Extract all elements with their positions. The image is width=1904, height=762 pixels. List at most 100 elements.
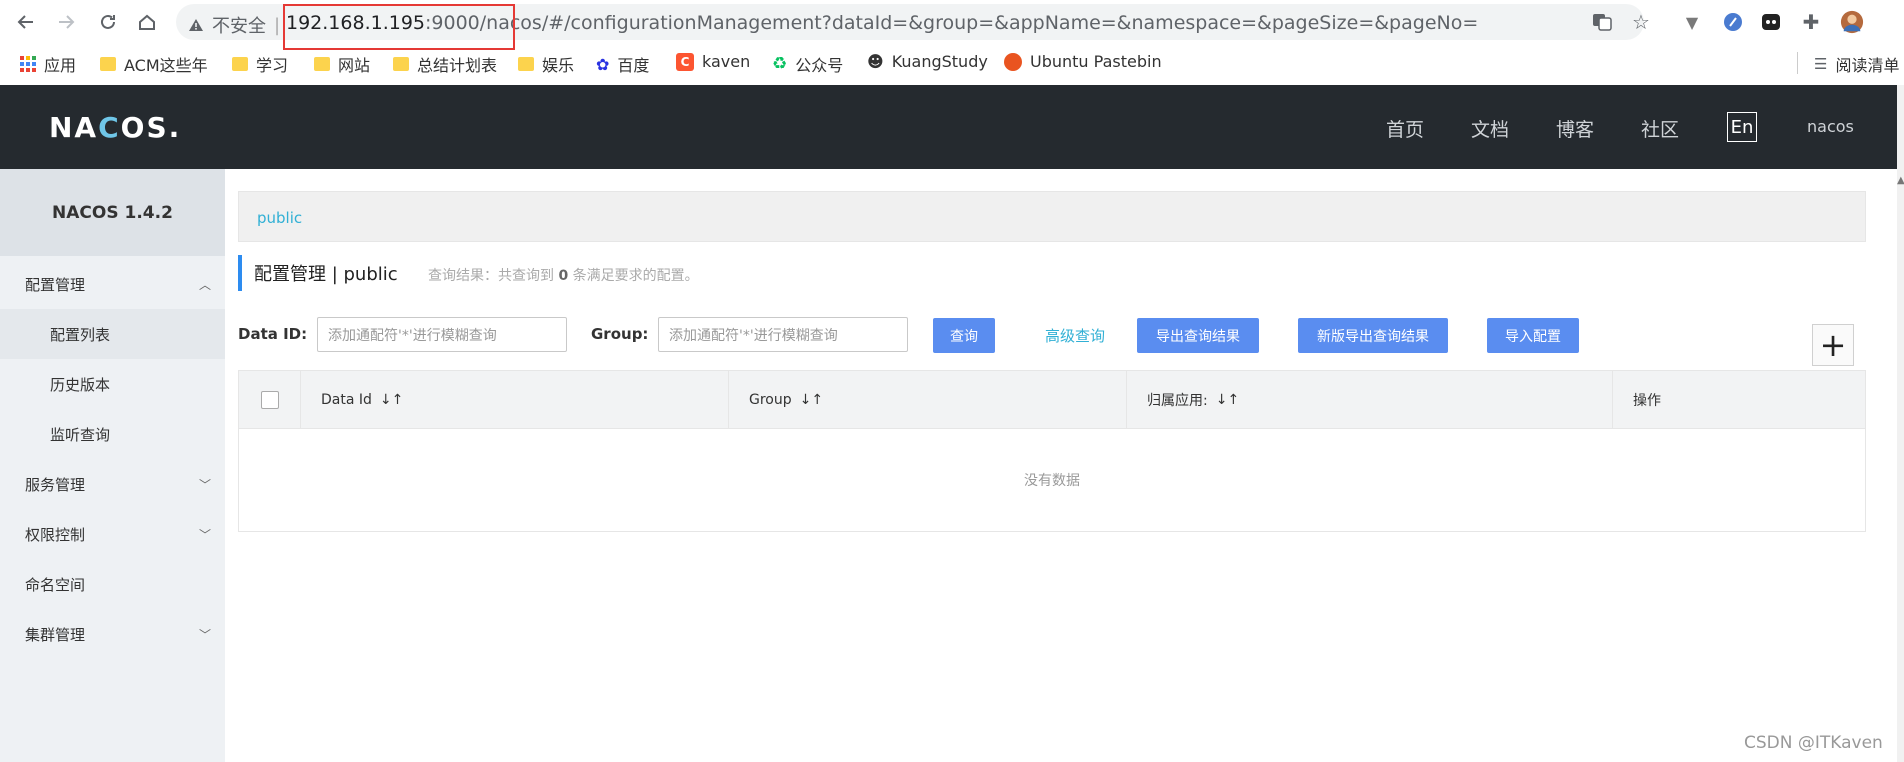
apps-grid-icon — [20, 56, 36, 72]
bookmark-fun[interactable]: 娱乐 — [518, 52, 574, 76]
forward-button[interactable] — [54, 10, 78, 34]
chevron-down-icon: ﹀ — [198, 477, 211, 492]
sidebar-title: NACOS 1.4.2 — [0, 169, 225, 256]
select-all-checkbox[interactable] — [261, 391, 279, 409]
folder-icon — [393, 57, 409, 71]
baidu-paw-icon: ✿ — [596, 54, 610, 74]
column-group[interactable]: Group ↓↑ — [729, 371, 1127, 429]
page-title: 配置管理 | public — [254, 264, 398, 285]
browser-toolbar: 不安全 | 192.168.1.195:9000/nacos/#/configu… — [0, 0, 1904, 44]
reload-icon — [101, 14, 115, 29]
sidebar-item-cluster-management[interactable]: 集群管理 ﹀ — [0, 609, 225, 659]
sidebar-item-config-list[interactable]: 配置列表 — [0, 309, 225, 359]
wechat-icon: ♻ — [772, 54, 788, 74]
sidebar-item-config-management[interactable]: 配置管理 ︿ — [0, 259, 225, 309]
star-icon[interactable]: ☆ — [1632, 10, 1650, 34]
group-label: Group: — [591, 325, 649, 343]
nav-community[interactable]: 社区 — [1641, 115, 1679, 142]
insecure-indicator[interactable]: 不安全 | — [188, 12, 280, 38]
nav-docs[interactable]: 文档 — [1471, 115, 1509, 142]
query-button[interactable]: 查询 — [933, 318, 995, 353]
app-header: NACOS. 首页 文档 博客 社区 nacos — [0, 85, 1897, 169]
reading-list-icon: ☰ — [1814, 55, 1828, 73]
folder-icon — [100, 57, 116, 71]
language-toggle[interactable]: En — [1727, 112, 1757, 142]
folder-icon — [518, 57, 534, 71]
logo-part: NA — [49, 111, 99, 144]
sidebar-item-access-control[interactable]: 权限控制 ﹀ — [0, 509, 225, 559]
logo-part: OS. — [120, 111, 182, 144]
home-icon — [139, 14, 155, 30]
bookmark-label: 网站 — [338, 56, 371, 75]
bookmark-baidu[interactable]: ✿ 百度 — [596, 52, 649, 76]
nav-home[interactable]: 首页 — [1386, 115, 1424, 142]
import-config-button[interactable]: 导入配置 — [1487, 318, 1579, 353]
sort-icon[interactable]: ↓↑ — [800, 392, 823, 408]
dataid-input[interactable]: 添加通配符'*'进行模糊查询 — [317, 317, 567, 352]
bookmark-label: 学习 — [256, 56, 289, 75]
sidebar-item-label: 历史版本 — [50, 375, 111, 394]
sidebar-item-listener-query[interactable]: 监听查询 — [0, 409, 225, 459]
new-export-results-button[interactable]: 新版导出查询结果 — [1298, 318, 1448, 353]
home-button[interactable] — [135, 10, 159, 34]
chevron-up-icon: ︿ — [198, 277, 211, 292]
advanced-query-link[interactable]: 高级查询 — [1045, 325, 1105, 346]
sidebar-item-namespace[interactable]: 命名空间 — [0, 559, 225, 609]
address-bar[interactable]: 不安全 | 192.168.1.195:9000/nacos/#/configu… — [176, 4, 1650, 40]
table-header: Data Id ↓↑ Group ↓↑ 归属应用: ↓↑ 操作 — [239, 371, 1865, 429]
nacos-logo[interactable]: NACOS. — [49, 111, 181, 144]
namespace-public-link[interactable]: public — [257, 209, 302, 227]
reload-button[interactable] — [96, 10, 120, 34]
bookmark-kaven[interactable]: Ckaven — [676, 52, 750, 71]
kuangstudy-icon: ☻ — [867, 52, 884, 71]
bookmark-sites[interactable]: 网站 — [314, 52, 370, 76]
group-input[interactable]: 添加通配符'*'进行模糊查询 — [658, 317, 908, 352]
query-count: 0 — [558, 268, 569, 284]
back-button[interactable] — [14, 10, 38, 34]
bookmark-acm[interactable]: ACM这些年 — [100, 52, 208, 76]
bookmark-label: 娱乐 — [542, 56, 575, 75]
extensions-puzzle-icon[interactable]: ✚ — [1799, 10, 1823, 34]
csdn-icon: C — [676, 52, 694, 71]
url-text: 192.168.1.195:9000/nacos/#/configuration… — [286, 12, 1478, 34]
bookmarks-divider — [1797, 52, 1798, 74]
back-arrow-icon — [17, 15, 33, 29]
bookmark-label: 应用 — [44, 56, 77, 75]
sidebar-item-label: 命名空间 — [25, 575, 86, 594]
page-scrollbar[interactable]: ▲ — [1897, 85, 1904, 762]
sort-icon[interactable]: ↓↑ — [380, 392, 403, 408]
column-app[interactable]: 归属应用: ↓↑ — [1127, 371, 1613, 429]
chevron-down-icon: ﹀ — [198, 627, 211, 642]
nav-blog[interactable]: 博客 — [1556, 115, 1594, 142]
sidebar-item-service-management[interactable]: 服务管理 ﹀ — [0, 459, 225, 509]
url-port-path: :9000/nacos/ — [425, 12, 549, 34]
export-results-button[interactable]: 导出查询结果 — [1137, 318, 1259, 353]
folder-icon — [314, 57, 330, 71]
sort-icon[interactable]: ↓↑ — [1216, 392, 1239, 408]
bookmark-apps[interactable]: 应用 — [20, 52, 76, 76]
url-fragment: #/configurationManagement?dataId=&group=… — [548, 12, 1479, 34]
reading-list[interactable]: ☰ 阅读清单 — [1814, 52, 1899, 76]
bookmark-study[interactable]: 学习 — [232, 52, 288, 76]
column-data-id[interactable]: Data Id ↓↑ — [301, 371, 729, 429]
add-config-button[interactable]: + — [1812, 324, 1854, 366]
bookmark-kuangstudy[interactable]: ☻ KuangStudy — [867, 52, 988, 71]
namespace-bar: public — [238, 191, 1866, 242]
scroll-up-icon[interactable]: ▲ — [1897, 175, 1904, 186]
bookmark-ubuntu[interactable]: Ubuntu Pastebin — [1004, 52, 1162, 71]
profile-avatar[interactable] — [1840, 10, 1864, 34]
sidebar-item-label: 权限控制 — [25, 525, 86, 544]
extension-dark-icon[interactable] — [1759, 10, 1783, 34]
sidebar-item-label: 配置管理 — [25, 275, 86, 294]
logo-part: C — [98, 111, 121, 144]
vue-devtools-icon[interactable]: ▼ — [1680, 10, 1704, 34]
bookmark-wechat[interactable]: ♻ 公众号 — [772, 52, 843, 76]
extension-blue-icon[interactable] — [1721, 10, 1745, 34]
query-info-prefix: 查询结果：共查询到 — [428, 268, 554, 284]
translate-icon[interactable] — [1592, 12, 1612, 32]
sidebar-item-label: 集群管理 — [25, 625, 86, 644]
user-name[interactable]: nacos — [1807, 117, 1854, 136]
sidebar-item-history[interactable]: 历史版本 — [0, 359, 225, 409]
reading-list-label: 阅读清单 — [1835, 56, 1900, 75]
bookmark-plans[interactable]: 总结计划表 — [393, 52, 497, 76]
